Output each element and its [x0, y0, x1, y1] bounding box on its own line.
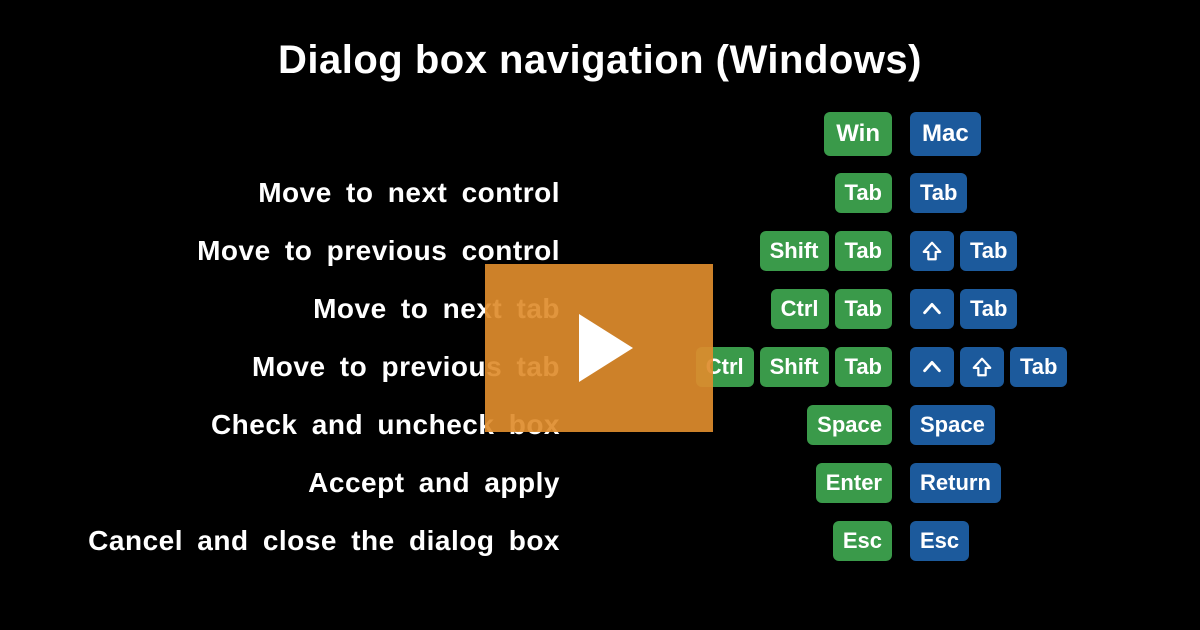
key-shift: Shift	[760, 231, 829, 271]
mac-keys: Return	[910, 461, 1200, 505]
mac-header-badge: Mac	[910, 112, 981, 156]
key-shift-icon	[960, 347, 1004, 387]
key-tab: Tab	[835, 231, 892, 271]
key-return: Return	[910, 463, 1001, 503]
mac-keys: Tab	[910, 171, 1200, 215]
key-ctrl-icon	[910, 289, 954, 329]
page-title: Dialog box navigation (Windows)	[0, 38, 1200, 83]
key-tab: Tab	[835, 173, 892, 213]
play-icon	[579, 314, 633, 382]
key-tab: Tab	[835, 289, 892, 329]
key-tab: Tab	[1010, 347, 1067, 387]
key-esc: Esc	[910, 521, 969, 561]
mac-keys: Tab	[910, 345, 1200, 389]
shortcut-desc: Move to previous control	[0, 235, 590, 267]
key-tab: Tab	[960, 231, 1017, 271]
mac-keys: Esc	[910, 519, 1200, 563]
control-caret-icon	[921, 356, 943, 378]
win-keys: Tab	[590, 171, 910, 215]
key-ctrl: Ctrl	[771, 289, 829, 329]
mac-keys: Tab	[910, 229, 1200, 273]
key-tab: Tab	[835, 347, 892, 387]
key-ctrl-icon	[910, 347, 954, 387]
shift-up-arrow-icon	[971, 356, 993, 378]
key-shift: Shift	[760, 347, 829, 387]
mac-keys: Space	[910, 403, 1200, 447]
key-tab: Tab	[910, 173, 967, 213]
shortcut-desc: Accept and apply	[0, 467, 590, 499]
key-enter: Enter	[816, 463, 892, 503]
key-space: Space	[910, 405, 995, 445]
mac-keys: Tab	[910, 287, 1200, 331]
shift-up-arrow-icon	[921, 240, 943, 262]
key-tab: Tab	[960, 289, 1017, 329]
column-header-mac: Mac	[910, 111, 1200, 157]
win-keys: Enter	[590, 461, 910, 505]
key-shift-icon	[910, 231, 954, 271]
win-header-badge: Win	[824, 112, 892, 156]
shortcut-desc: Cancel and close the dialog box	[0, 525, 590, 557]
win-keys: Esc	[590, 519, 910, 563]
shortcut-desc: Move to next control	[0, 177, 590, 209]
key-esc: Esc	[833, 521, 892, 561]
column-header-win: Win	[590, 111, 910, 157]
play-button[interactable]	[485, 264, 713, 432]
key-space: Space	[807, 405, 892, 445]
control-caret-icon	[921, 298, 943, 320]
